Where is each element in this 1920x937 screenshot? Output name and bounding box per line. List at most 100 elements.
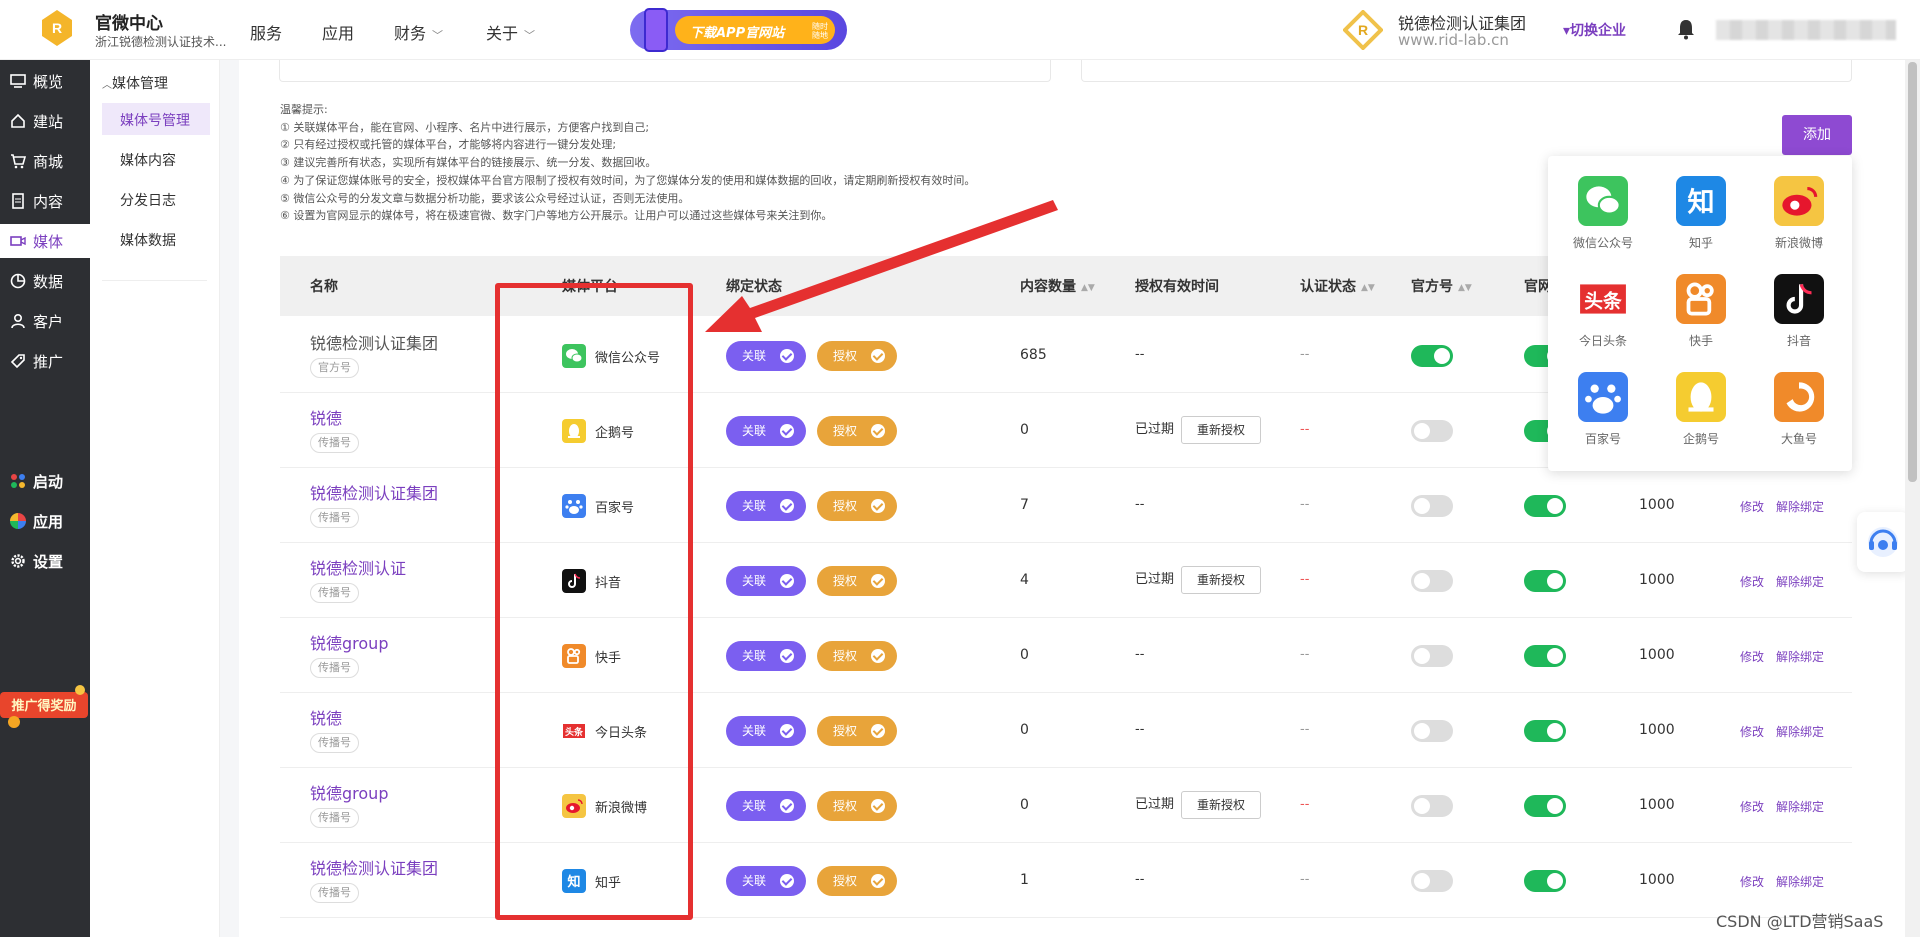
- add-media-button[interactable]: 添加: [1782, 115, 1852, 155]
- site-display-toggle[interactable]: [1524, 645, 1566, 667]
- link-button[interactable]: 关联: [726, 341, 806, 371]
- submenu-item-media-accounts[interactable]: 媒体号管理: [102, 103, 210, 135]
- authorize-button[interactable]: 授权: [817, 566, 897, 596]
- official-toggle[interactable]: [1411, 645, 1453, 667]
- nav-about[interactable]: 关于 ﹀: [486, 20, 535, 44]
- sidebar-item-media[interactable]: 媒体: [0, 224, 90, 258]
- platform-option[interactable]: 企鹅号: [1661, 372, 1741, 447]
- site-display-toggle[interactable]: [1524, 870, 1566, 892]
- authorize-button[interactable]: 授权: [817, 716, 897, 746]
- account-name[interactable]: 锐德检测认证集团: [310, 480, 438, 504]
- link-button[interactable]: 关联: [726, 716, 806, 746]
- authorize-button[interactable]: 授权: [817, 416, 897, 446]
- submenu-item-media-content[interactable]: 媒体内容: [102, 143, 210, 175]
- sidebar-item-settings[interactable]: 设置: [0, 544, 90, 578]
- unbind-link[interactable]: 解除绑定: [1776, 798, 1824, 815]
- scrollbar-thumb[interactable]: [1908, 62, 1917, 482]
- reauthorize-button[interactable]: 重新授权: [1181, 416, 1261, 444]
- user-account-blurred[interactable]: [1716, 20, 1896, 40]
- download-app-banner[interactable]: 下载APP官网站 随时随地: [630, 8, 847, 52]
- apps-icon: [10, 513, 26, 529]
- content-count: 0: [1020, 647, 1029, 663]
- edit-link[interactable]: 修改: [1740, 723, 1764, 740]
- platform-option[interactable]: 快手: [1661, 274, 1741, 349]
- official-toggle[interactable]: [1411, 495, 1453, 517]
- authorize-button[interactable]: 授权: [817, 491, 897, 521]
- reauthorize-button[interactable]: 重新授权: [1181, 566, 1261, 594]
- auth-valid-time: --: [1135, 872, 1145, 887]
- link-button[interactable]: 关联: [726, 566, 806, 596]
- reauthorize-button[interactable]: 重新授权: [1181, 791, 1261, 819]
- platform-option[interactable]: 微信公众号: [1563, 176, 1643, 251]
- official-toggle[interactable]: [1411, 720, 1453, 742]
- sidebar-item-launch[interactable]: 启动: [0, 464, 90, 498]
- switch-enterprise-button[interactable]: ▾切换企业: [1563, 20, 1626, 40]
- submenu-divider: [102, 280, 207, 281]
- edit-link[interactable]: 修改: [1740, 573, 1764, 590]
- cert-status: --: [1300, 722, 1310, 737]
- nav-finance[interactable]: 财务 ﹀: [394, 20, 443, 44]
- submenu-heading[interactable]: ︿媒体管理: [102, 73, 168, 93]
- edit-link[interactable]: 修改: [1740, 798, 1764, 815]
- account-name[interactable]: 锐德检测认证集团: [310, 330, 438, 354]
- company-logo[interactable]: R: [38, 8, 76, 48]
- unbind-link[interactable]: 解除绑定: [1776, 573, 1824, 590]
- unbind-link[interactable]: 解除绑定: [1776, 723, 1824, 740]
- account-name[interactable]: 锐德: [310, 405, 342, 429]
- official-toggle[interactable]: [1411, 570, 1453, 592]
- nav-apps[interactable]: 应用: [322, 20, 354, 44]
- sidebar-item-promote[interactable]: 推广: [0, 344, 90, 378]
- authorize-button[interactable]: 授权: [817, 341, 897, 371]
- link-button[interactable]: 关联: [726, 491, 806, 521]
- sidebar-item-content[interactable]: 内容: [0, 184, 90, 218]
- sidebar-item-data[interactable]: 数据: [0, 264, 90, 298]
- site-display-toggle[interactable]: [1524, 720, 1566, 742]
- account-name[interactable]: 锐德group: [310, 630, 388, 654]
- edit-link[interactable]: 修改: [1740, 648, 1764, 665]
- sidebar-item-site[interactable]: 建站: [0, 104, 90, 138]
- link-button[interactable]: 关联: [726, 641, 806, 671]
- unbind-link[interactable]: 解除绑定: [1776, 648, 1824, 665]
- platform-option[interactable]: 百家号: [1563, 372, 1643, 447]
- nav-services[interactable]: 服务: [250, 20, 282, 44]
- promotion-reward-banner[interactable]: 推广得奖励: [0, 684, 90, 728]
- unbind-link[interactable]: 解除绑定: [1776, 873, 1824, 890]
- authorize-button[interactable]: 授权: [817, 866, 897, 896]
- authorize-button[interactable]: 授权: [817, 641, 897, 671]
- site-display-toggle[interactable]: [1524, 495, 1566, 517]
- submenu-item-media-data[interactable]: 媒体数据: [102, 223, 210, 255]
- unbind-link[interactable]: 解除绑定: [1776, 498, 1824, 515]
- official-toggle[interactable]: [1411, 420, 1453, 442]
- account-name[interactable]: 锐德检测认证: [310, 555, 406, 579]
- authorize-button[interactable]: 授权: [817, 791, 897, 821]
- sidebar-item-mall[interactable]: 商城: [0, 144, 90, 178]
- sidebar-item-apps[interactable]: 应用: [0, 504, 90, 538]
- account-name[interactable]: 锐德group: [310, 780, 388, 804]
- penguin-icon: [1676, 372, 1726, 422]
- bell-icon[interactable]: [1676, 18, 1696, 40]
- link-button[interactable]: 关联: [726, 866, 806, 896]
- platform-option[interactable]: 大鱼号: [1759, 372, 1839, 447]
- site-display-toggle[interactable]: [1524, 570, 1566, 592]
- account-name[interactable]: 锐德: [310, 705, 342, 729]
- official-toggle[interactable]: [1411, 345, 1453, 367]
- platform-option[interactable]: 抖音: [1759, 274, 1839, 349]
- account-name[interactable]: 锐德检测认证集团: [310, 855, 438, 879]
- link-button[interactable]: 关联: [726, 791, 806, 821]
- col-official[interactable]: 官方号 ▲▼: [1411, 276, 1472, 296]
- platform-option[interactable]: 头条 今日头条: [1563, 274, 1643, 349]
- submenu-item-distribution-log[interactable]: 分发日志: [102, 183, 210, 215]
- official-toggle[interactable]: [1411, 870, 1453, 892]
- edit-link[interactable]: 修改: [1740, 498, 1764, 515]
- link-button[interactable]: 关联: [726, 416, 806, 446]
- col-count[interactable]: 内容数量 ▲▼: [1020, 276, 1095, 296]
- sidebar-item-customers[interactable]: 客户: [0, 304, 90, 338]
- col-cert[interactable]: 认证状态 ▲▼: [1300, 276, 1375, 296]
- edit-link[interactable]: 修改: [1740, 873, 1764, 890]
- site-display-toggle[interactable]: [1524, 795, 1566, 817]
- sidebar-item-overview[interactable]: 概览: [0, 64, 90, 98]
- platform-option[interactable]: 新浪微博: [1759, 176, 1839, 251]
- customer-service-button[interactable]: [1857, 512, 1909, 572]
- official-toggle[interactable]: [1411, 795, 1453, 817]
- platform-option[interactable]: 知 知乎: [1661, 176, 1741, 251]
